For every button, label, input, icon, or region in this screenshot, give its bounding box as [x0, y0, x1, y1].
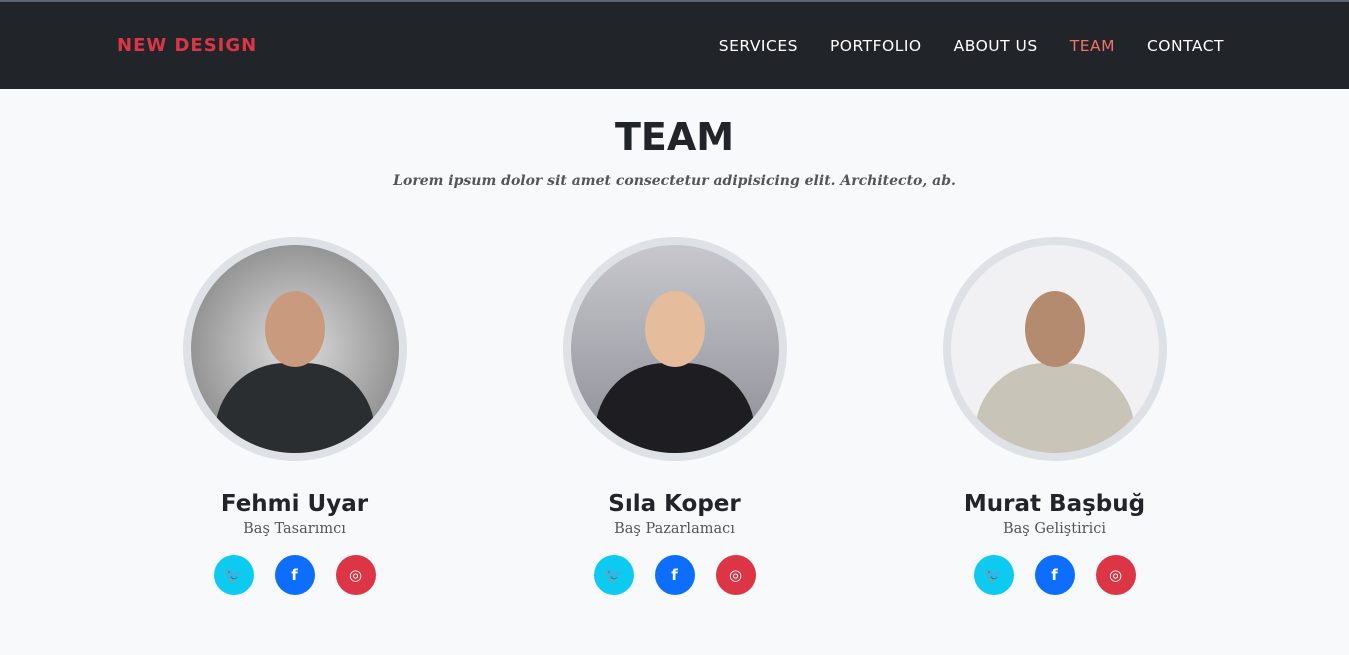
instagram-icon[interactable]: ◎: [715, 555, 756, 595]
member-role: Baş Geliştirici: [1002, 521, 1107, 537]
twitter-icon[interactable]: 🐦: [593, 555, 634, 595]
nav-services[interactable]: SERVICES: [719, 37, 798, 55]
team-member: Fehmi Uyar Baş Tasarımcı 🐦 f ◎: [182, 237, 407, 595]
member-photo: [942, 237, 1167, 461]
team-member: Murat Başbuğ Baş Geliştirici 🐦 f ◎: [942, 237, 1167, 595]
section-title: TEAM: [614, 115, 735, 159]
member-photo: [182, 237, 407, 461]
member-name: Fehmi Uyar: [220, 491, 369, 517]
member-role: Baş Tasarımcı: [243, 521, 346, 537]
team-list: Fehmi Uyar Baş Tasarımcı 🐦 f ◎ Sıla Kope…: [0, 237, 1349, 595]
nav-contact[interactable]: CONTACT: [1147, 37, 1224, 55]
navbar: NEW DESIGN SERVICES PORTFOLIO ABOUT US T…: [0, 2, 1349, 89]
social-links: 🐦 f ◎: [183, 555, 407, 595]
member-role: Baş Pazarlamacı: [614, 521, 735, 537]
brand-logo[interactable]: NEW DESIGN: [117, 35, 257, 56]
nav-portfolio[interactable]: PORTFOLIO: [830, 37, 922, 55]
facebook-icon[interactable]: f: [274, 555, 315, 595]
section-subtitle: Lorem ipsum dolor sit amet consectetur a…: [393, 173, 956, 189]
member-name: Murat Başbuğ: [963, 491, 1146, 517]
nav-about-us[interactable]: ABOUT US: [954, 37, 1038, 55]
member-photo: [562, 237, 787, 461]
facebook-icon[interactable]: f: [654, 555, 695, 595]
instagram-icon[interactable]: ◎: [335, 555, 376, 595]
nav-team[interactable]: TEAM: [1070, 37, 1115, 55]
social-links: 🐦 f ◎: [943, 555, 1167, 595]
twitter-icon[interactable]: 🐦: [973, 555, 1014, 595]
social-links: 🐦 f ◎: [563, 555, 787, 595]
nav-links: SERVICES PORTFOLIO ABOUT US TEAM CONTACT: [719, 37, 1224, 55]
instagram-icon[interactable]: ◎: [1095, 555, 1136, 595]
facebook-icon[interactable]: f: [1034, 555, 1075, 595]
member-name: Sıla Koper: [608, 491, 741, 517]
twitter-icon[interactable]: 🐦: [213, 555, 254, 595]
team-member: Sıla Koper Baş Pazarlamacı 🐦 f ◎: [562, 237, 787, 595]
